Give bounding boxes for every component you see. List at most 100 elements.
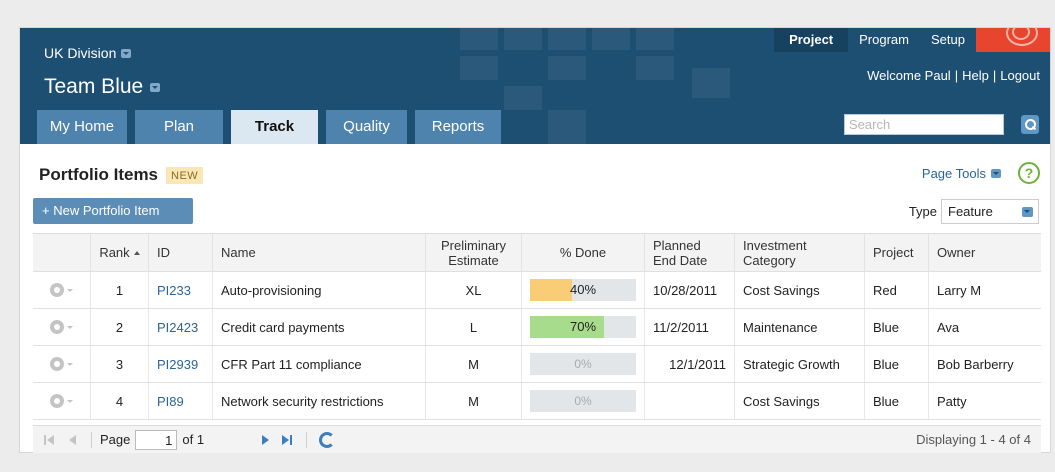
separator: |	[954, 68, 959, 83]
header-rank[interactable]: Rank	[91, 234, 149, 271]
refresh-icon[interactable]	[319, 431, 336, 448]
header-owner[interactable]: Owner	[929, 234, 1041, 271]
gear-icon	[50, 357, 64, 371]
cell-name[interactable]: Credit card payments	[213, 309, 426, 345]
page-number-input[interactable]: 1	[135, 429, 178, 450]
cell-estimate: XL	[426, 272, 522, 308]
progress-bar: 0%	[530, 390, 636, 412]
header-done[interactable]: % Done	[522, 234, 645, 271]
divider	[306, 431, 308, 448]
item-id-link[interactable]: PI2939	[157, 357, 198, 372]
header-id[interactable]: ID	[149, 234, 213, 271]
grid-pager: Page 1 of 1 Displaying 1 - 4 of 4	[33, 425, 1041, 453]
header-actions	[33, 234, 91, 271]
cell-end-date	[645, 383, 735, 419]
topnav-program[interactable]: Program	[848, 28, 920, 52]
header-estimate[interactable]: Preliminary Estimate	[426, 234, 522, 271]
page-label: Page	[100, 432, 131, 447]
cell-estimate: M	[426, 346, 522, 382]
top-navigation: Project Program Setup	[774, 28, 1050, 52]
table-row: 2 PI2423 Credit card payments L 70% 11/2…	[33, 309, 1041, 346]
next-page-icon[interactable]	[258, 433, 272, 447]
pager-display-text: Displaying 1 - 4 of 4	[916, 432, 1031, 447]
item-id-link[interactable]: PI89	[157, 394, 184, 409]
app-header: UK Division Team Blue Project Program Se…	[20, 28, 1050, 144]
cell-category: Maintenance	[735, 309, 865, 345]
chevron-down-icon	[67, 399, 73, 403]
page-title: Portfolio Items NEW	[39, 165, 204, 185]
row-actions[interactable]	[33, 346, 91, 382]
chevron-down-icon	[67, 362, 73, 366]
progress-label: 0%	[574, 394, 592, 408]
cell-id: PI2423	[149, 309, 213, 345]
separator: |	[992, 68, 997, 83]
topnav-setup[interactable]: Setup	[920, 28, 976, 52]
table-row: 1 PI233 Auto-provisioning XL 40% 10/28/2…	[33, 272, 1041, 309]
chevron-down-icon	[121, 48, 132, 58]
first-page-icon[interactable]	[43, 433, 57, 447]
search-icon[interactable]	[1021, 115, 1039, 134]
page-title-text: Portfolio Items	[39, 165, 159, 184]
main-content: Portfolio Items NEW Page Tools ? + New P…	[20, 144, 1050, 454]
brand-logo	[976, 28, 1050, 52]
team-selector[interactable]: Team Blue	[44, 75, 161, 99]
header-project[interactable]: Project	[865, 234, 929, 271]
cell-category: Strategic Growth	[735, 346, 865, 382]
item-id-link[interactable]: PI233	[157, 283, 191, 298]
help-icon[interactable]: ?	[1018, 162, 1040, 184]
progress-label: 70%	[569, 319, 597, 334]
grid-header: Rank ID Name Preliminary Estimate % Done…	[33, 233, 1041, 272]
tab-my-home[interactable]: My Home	[37, 110, 127, 144]
main-tabs: My Home Plan Track Quality Reports	[37, 110, 501, 144]
header-name[interactable]: Name	[213, 234, 426, 271]
item-id-link[interactable]: PI2423	[157, 320, 198, 335]
cell-id: PI233	[149, 272, 213, 308]
cell-estimate: M	[426, 383, 522, 419]
row-actions[interactable]	[33, 383, 91, 419]
row-actions[interactable]	[33, 309, 91, 345]
cell-name[interactable]: Network security restrictions	[213, 383, 426, 419]
cell-name[interactable]: Auto-provisioning	[213, 272, 426, 308]
gear-icon	[50, 394, 64, 408]
cell-owner: Ava	[937, 319, 960, 335]
row-actions[interactable]	[33, 272, 91, 308]
cell-id: PI2939	[149, 346, 213, 382]
cell-rank: 1	[91, 272, 149, 308]
type-select[interactable]: Feature	[941, 199, 1039, 224]
logout-link[interactable]: Logout	[1000, 68, 1040, 83]
cell-name[interactable]: CFR Part 11 compliance	[213, 346, 426, 382]
header-end-date[interactable]: Planned End Date	[645, 234, 735, 271]
tab-track[interactable]: Track	[231, 110, 318, 144]
tab-reports[interactable]: Reports	[415, 110, 501, 144]
division-selector[interactable]: UK Division	[44, 45, 132, 61]
topnav-project[interactable]: Project	[774, 28, 849, 52]
chevron-down-icon	[150, 82, 161, 92]
tab-plan[interactable]: Plan	[135, 110, 223, 144]
chevron-down-icon	[1022, 207, 1033, 217]
page-tools-menu[interactable]: Page Tools	[922, 166, 1001, 181]
page-tools-label: Page Tools	[921, 166, 986, 181]
cell-done: 0%	[522, 346, 645, 382]
cell-project: Blue	[865, 346, 929, 382]
cell-category: Cost Savings	[735, 272, 865, 308]
cell-project: Blue	[865, 309, 929, 345]
gear-icon	[50, 283, 64, 297]
new-portfolio-item-button[interactable]: + New Portfolio Item	[33, 198, 193, 224]
previous-page-icon[interactable]	[65, 433, 79, 447]
help-link[interactable]: Help	[962, 68, 989, 83]
cell-done: 0%	[522, 383, 645, 419]
progress-bar: 40%	[530, 279, 636, 301]
divider	[91, 431, 92, 448]
cell-category: Cost Savings	[735, 383, 865, 419]
type-select-value: Feature	[948, 204, 993, 219]
header-category[interactable]: Investment Category	[735, 234, 865, 271]
tab-quality[interactable]: Quality	[326, 110, 407, 144]
cell-done: 40%	[522, 272, 645, 308]
search-input[interactable]: Search	[844, 114, 1004, 135]
cell-owner: Bob Barberry	[937, 356, 1014, 372]
cell-done: 70%	[522, 309, 645, 345]
user-links: Welcome Paul | Help | Logout	[867, 68, 1040, 83]
cell-id: PI89	[149, 383, 213, 419]
last-page-icon[interactable]	[280, 433, 294, 447]
new-badge: NEW	[166, 166, 204, 184]
